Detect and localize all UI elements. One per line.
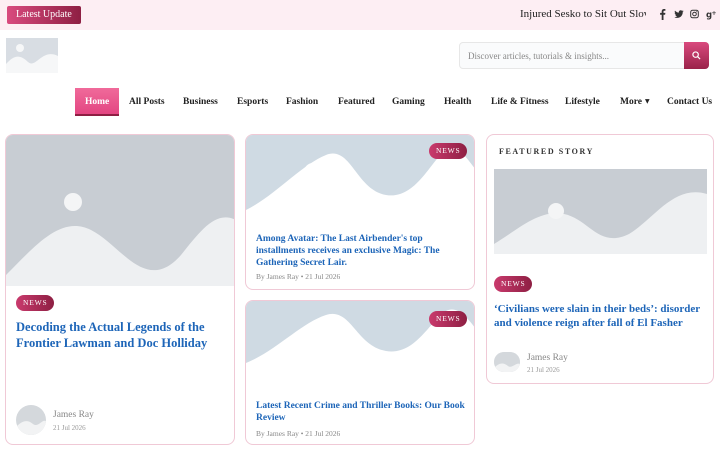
nav-item-all-posts[interactable]: All Posts — [129, 88, 165, 116]
nav-item-life-fitness[interactable]: Life & Fitness — [491, 88, 549, 116]
featured-story-heading: FEATURED STORY — [499, 147, 594, 156]
news-ticker[interactable]: Injured Sesko to Sit Out Slovenia — [520, 8, 646, 22]
search-icon — [692, 51, 701, 60]
article-title[interactable]: Latest Recent Crime and Thriller Books: … — [256, 401, 468, 425]
google-plus-icon[interactable]: g + — [706, 8, 717, 21]
nav-item-gaming[interactable]: Gaming — [392, 88, 425, 116]
main-article-card[interactable]: NEWS Decoding the Actual Legends of the … — [5, 134, 235, 445]
search-bar — [459, 42, 709, 69]
news-badge[interactable]: NEWS — [429, 143, 468, 159]
instagram-icon[interactable] — [690, 8, 699, 20]
site-logo[interactable] — [6, 38, 58, 73]
search-button[interactable] — [684, 42, 709, 69]
social-links: g + — [658, 8, 717, 21]
main-nav: Home All Posts Business Esports Fashion … — [0, 88, 720, 116]
nav-item-featured[interactable]: Featured — [338, 88, 375, 116]
article-meta: By James Ray • 21 Jul 2026 — [256, 429, 341, 438]
nav-item-esports[interactable]: Esports — [237, 88, 268, 116]
svg-text:+: + — [712, 10, 717, 17]
post-date: 21 Jul 2026 — [527, 366, 560, 374]
chevron-down-icon: ▼ — [644, 98, 650, 105]
main-article-image[interactable] — [6, 135, 235, 286]
nav-item-contact-us[interactable]: Contact Us — [667, 88, 712, 116]
news-badge[interactable]: NEWS — [494, 276, 533, 292]
news-badge[interactable]: NEWS — [429, 311, 468, 327]
article-title[interactable]: Among Avatar: The Last Airbender's top i… — [256, 234, 468, 270]
nav-item-fashion[interactable]: Fashion — [286, 88, 318, 116]
author-name[interactable]: James Ray — [527, 353, 568, 363]
featured-article-image[interactable] — [494, 169, 707, 254]
article-title[interactable]: ‘Civilians were slain in their beds’: di… — [494, 303, 706, 331]
featured-story-card[interactable]: FEATURED STORY NEWS ‘Civilians were slai… — [486, 134, 714, 384]
avatar[interactable] — [16, 405, 46, 435]
post-date: 21 Jul 2026 — [53, 424, 86, 432]
nav-item-home[interactable]: Home — [75, 88, 120, 116]
article-meta: By James Ray • 21 Jul 2026 — [256, 272, 341, 281]
nav-item-more-label: More — [620, 97, 642, 108]
nav-item-business[interactable]: Business — [183, 88, 218, 116]
twitter-icon[interactable] — [674, 8, 684, 20]
nav-item-health[interactable]: Health — [444, 88, 471, 116]
news-badge[interactable]: NEWS — [16, 295, 55, 311]
article-card-top[interactable]: NEWS Among Avatar: The Last Airbender's … — [245, 134, 475, 290]
avatar[interactable] — [494, 352, 520, 372]
nav-item-lifestyle[interactable]: Lifestyle — [565, 88, 600, 116]
search-input[interactable] — [460, 43, 685, 68]
article-card-bottom[interactable]: NEWS Latest Recent Crime and Thriller Bo… — [245, 300, 475, 445]
top-bar: Latest Update Injured Sesko to Sit Out S… — [0, 0, 720, 30]
latest-update-button[interactable]: Latest Update — [7, 6, 81, 24]
article-title[interactable]: Decoding the Actual Legends of the Front… — [16, 320, 226, 351]
facebook-icon[interactable] — [658, 8, 667, 20]
nav-item-more[interactable]: More ▼ — [620, 88, 650, 116]
author-name[interactable]: James Ray — [53, 410, 94, 420]
